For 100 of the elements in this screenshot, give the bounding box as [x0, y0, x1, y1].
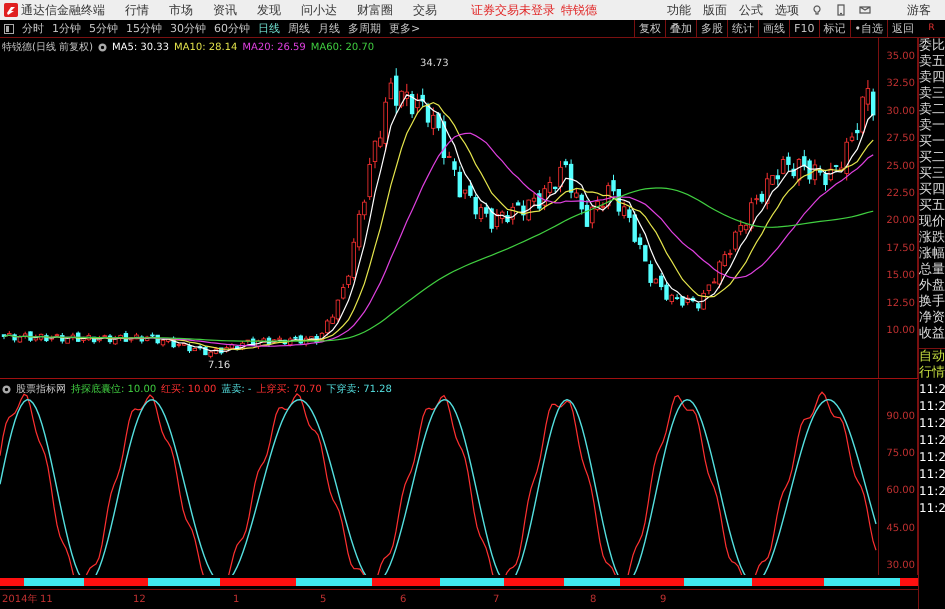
- date-label: 6: [400, 593, 406, 607]
- date-label: 8: [590, 593, 596, 607]
- quote-label: 买四: [919, 182, 945, 198]
- axis-label: 90.00: [886, 411, 915, 423]
- high-price-label: 34.73: [420, 57, 449, 71]
- menu-item[interactable]: 交易: [413, 1, 437, 19]
- menu-item[interactable]: 行情: [125, 1, 149, 19]
- quote-label: 卖二: [919, 102, 945, 118]
- axis-label: 22.50: [886, 188, 915, 200]
- date-label: 7: [493, 593, 500, 607]
- toolbar-button[interactable]: 标记: [818, 20, 850, 38]
- axis-label: 25.00: [886, 160, 915, 173]
- menu-item[interactable]: 版面: [703, 1, 727, 19]
- trade-time: 11:2: [919, 449, 945, 466]
- phone-icon[interactable]: [835, 4, 847, 16]
- trade-time: 11:2: [919, 381, 945, 398]
- axis-label: 32.50: [886, 78, 915, 90]
- quote-label: 买二: [919, 150, 945, 166]
- menu-item[interactable]: 财富圈: [357, 1, 393, 19]
- indicator-value: 下穿卖: 71.28: [326, 382, 392, 397]
- quote-label: 涨幅: [919, 246, 945, 262]
- login-status-link[interactable]: 证券交易未登录: [471, 1, 555, 19]
- low-price-label: 7.16: [208, 359, 230, 373]
- toolbar-button[interactable]: 多股: [696, 20, 728, 38]
- indicator-value: 蓝卖: -: [221, 382, 252, 397]
- axis-label: 10.00: [886, 325, 915, 337]
- trade-time: 11:2: [919, 398, 945, 415]
- toolbar-button[interactable]: 复权: [634, 20, 666, 38]
- quote-label: 净资: [919, 310, 945, 326]
- toolbar-button[interactable]: 统计: [727, 20, 758, 38]
- menu-item[interactable]: 问小达: [301, 1, 337, 19]
- period-tab[interactable]: 30分钟: [166, 20, 210, 36]
- period-tab[interactable]: 多周期: [344, 20, 385, 36]
- indicator-value: 持探底囊位: 10.00: [71, 382, 156, 397]
- toolbar-button[interactable]: 画线: [758, 20, 790, 38]
- menu-item[interactable]: 发现: [257, 1, 281, 19]
- menu-item[interactable]: 市场: [169, 1, 193, 19]
- toolbar-button[interactable]: •自选: [850, 20, 887, 38]
- quote-label: 卖五: [919, 54, 945, 70]
- quote-label: 买五: [919, 198, 945, 214]
- moving-average-label: MA10: 28.14: [174, 41, 238, 55]
- menu-item[interactable]: 资讯: [213, 1, 237, 19]
- period-tab[interactable]: 60分钟: [210, 20, 254, 36]
- lightbulb-icon[interactable]: [811, 4, 823, 16]
- period-tab[interactable]: 分时: [18, 20, 48, 36]
- period-tab[interactable]: 月线: [314, 20, 344, 36]
- quote-label: 外盘: [919, 278, 945, 294]
- menu-item[interactable]: 公式: [739, 1, 763, 19]
- quote-label: 总量: [919, 262, 945, 278]
- moving-average-label: MA20: 26.59: [242, 41, 306, 55]
- indicator-title: 股票指标网: [16, 382, 66, 397]
- app-logo-icon: [4, 3, 18, 17]
- panel-icon[interactable]: [4, 24, 14, 34]
- date-label: 12: [133, 593, 146, 607]
- quote-label: 买一: [919, 134, 945, 150]
- panel-heading: 自动: [919, 349, 945, 365]
- axis-label: 75.00: [886, 448, 915, 460]
- period-tab[interactable]: 更多>: [385, 20, 424, 36]
- date-label: 5: [320, 593, 326, 607]
- user-name: 游客: [907, 2, 931, 19]
- period-tab[interactable]: 周线: [284, 20, 314, 36]
- menu-item[interactable]: 功能: [667, 1, 691, 19]
- date-label: 11: [40, 593, 53, 607]
- period-tab[interactable]: 日线: [254, 20, 284, 36]
- axis-label: 30.00: [886, 560, 915, 572]
- axis-label: 45.00: [886, 522, 915, 535]
- quote-label: 现价: [919, 214, 945, 230]
- quote-label: 收益: [919, 326, 945, 342]
- period-tab[interactable]: 5分钟: [85, 20, 122, 36]
- quote-label: 卖三: [919, 86, 945, 102]
- chart-title: 特锐德(日线 前复权): [2, 40, 93, 55]
- date-label: 9: [660, 593, 666, 607]
- moving-average-label: MA60: 20.70: [310, 41, 374, 55]
- period-tab[interactable]: 1分钟: [48, 20, 85, 36]
- axis-label: 60.00: [886, 485, 915, 498]
- menu-item[interactable]: 选项: [775, 1, 799, 19]
- toolbar-button[interactable]: 叠加: [665, 20, 696, 38]
- panel-heading: 行情: [919, 365, 945, 381]
- message-icon[interactable]: [859, 4, 871, 16]
- date-label: 2014年: [2, 593, 38, 607]
- toolbar-button[interactable]: 返回: [887, 20, 918, 38]
- indicator-value: 红买: 10.00: [161, 383, 216, 397]
- axis-label: 15.00: [886, 270, 915, 282]
- stock-name: 特锐德: [561, 2, 597, 19]
- quote-label: 卖四: [919, 70, 945, 86]
- period-tab[interactable]: 15分钟: [122, 20, 166, 36]
- axis-label: 30.00: [886, 106, 915, 118]
- quote-label: 委比: [919, 38, 945, 54]
- trade-time: 11:2: [919, 500, 945, 517]
- corner-label: R: [927, 22, 936, 35]
- axis-label: 35.00: [886, 51, 915, 63]
- trade-time: 11:2: [919, 415, 945, 432]
- axis-label: 12.50: [886, 298, 915, 310]
- axis-label: 20.00: [886, 215, 915, 228]
- indicator-value: 上穿买: 70.70: [256, 382, 322, 397]
- toolbar-button[interactable]: F10: [789, 20, 818, 38]
- date-label: 1: [233, 593, 240, 607]
- trade-time: 11:2: [919, 466, 945, 483]
- trade-time: 11:2: [919, 432, 945, 449]
- quote-label: 买三: [919, 166, 945, 182]
